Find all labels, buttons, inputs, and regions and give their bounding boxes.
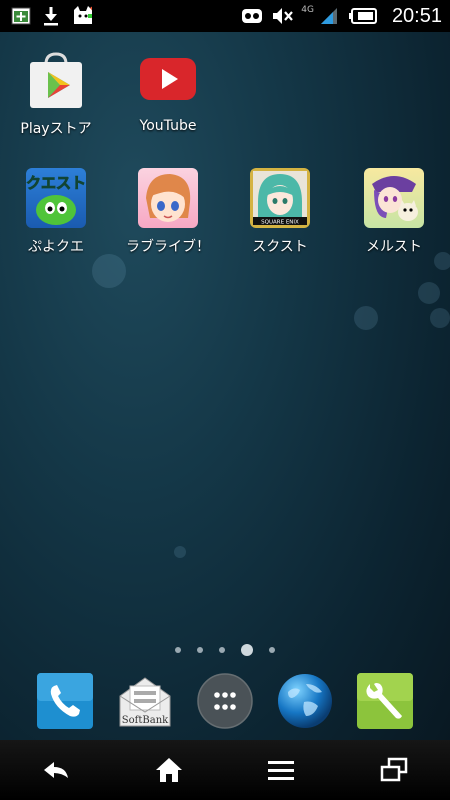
globe-icon[interactable] [276, 672, 334, 730]
puyo-quest-icon: クエスト [26, 168, 86, 228]
wallpaper-bubble [174, 546, 186, 558]
mail-icon[interactable]: SoftBank [116, 672, 174, 730]
app-label: Playストア [20, 121, 92, 137]
wrench-icon[interactable] [356, 672, 414, 730]
app-label: ラブライブ！ [126, 239, 210, 255]
svg-text:クエスト: クエスト [26, 174, 86, 192]
network-type-label: 4G [301, 5, 314, 15]
app-label: メルスト [366, 239, 422, 255]
mute-icon [271, 5, 294, 27]
page-dot[interactable] [197, 647, 203, 653]
page-dot[interactable] [269, 647, 275, 653]
app-puyo-quest[interactable]: クエスト ぷよクエ [0, 168, 112, 256]
recent-apps-icon[interactable] [364, 745, 424, 795]
app-merc-storia[interactable]: メルスト [338, 168, 450, 256]
status-bar[interactable]: 4G 20:51 [0, 0, 450, 32]
app-label: YouTube [139, 118, 197, 134]
phone-icon[interactable] [36, 672, 94, 730]
page-dot[interactable] [219, 647, 225, 653]
battery-icon [348, 5, 378, 27]
clock: 20:51 [391, 4, 442, 27]
youtube-icon [138, 50, 198, 110]
app-scast[interactable]: SQUARE ENIX スクスト [224, 168, 336, 256]
app-love-live[interactable]: ラブライブ！ [112, 168, 224, 256]
app-play-store[interactable]: Playストア [0, 50, 112, 138]
play-store-icon [26, 50, 86, 110]
page-indicator[interactable] [0, 644, 450, 656]
navigation-bar [0, 740, 450, 800]
back-icon[interactable] [26, 745, 86, 795]
page-dot-active[interactable] [241, 644, 253, 656]
home-icon[interactable] [139, 745, 199, 795]
wallpaper-bubble [418, 282, 440, 304]
app-youtube[interactable]: YouTube [112, 50, 224, 134]
game-controller-icon [241, 5, 263, 27]
app-label: ぷよクエ [28, 239, 84, 255]
dock: SoftBank [0, 668, 450, 736]
download-icon [40, 5, 62, 27]
love-live-icon [138, 168, 198, 228]
wallpaper-bubble [430, 308, 450, 328]
app-label: スクスト [252, 239, 308, 255]
svg-text:SoftBank: SoftBank [122, 715, 169, 726]
notification-mascot-icon [70, 5, 92, 27]
app-drawer-icon[interactable] [196, 672, 254, 730]
wallpaper-bubble [354, 306, 378, 330]
signal-icon [318, 5, 340, 27]
merc-storia-icon [364, 168, 424, 228]
wallpaper-bubble [92, 254, 126, 288]
page-dot[interactable] [175, 647, 181, 653]
svg-text:SQUARE ENIX: SQUARE ENIX [261, 220, 299, 226]
menu-icon[interactable] [251, 745, 311, 795]
scast-icon: SQUARE ENIX [250, 168, 310, 228]
add-icon [10, 5, 32, 27]
